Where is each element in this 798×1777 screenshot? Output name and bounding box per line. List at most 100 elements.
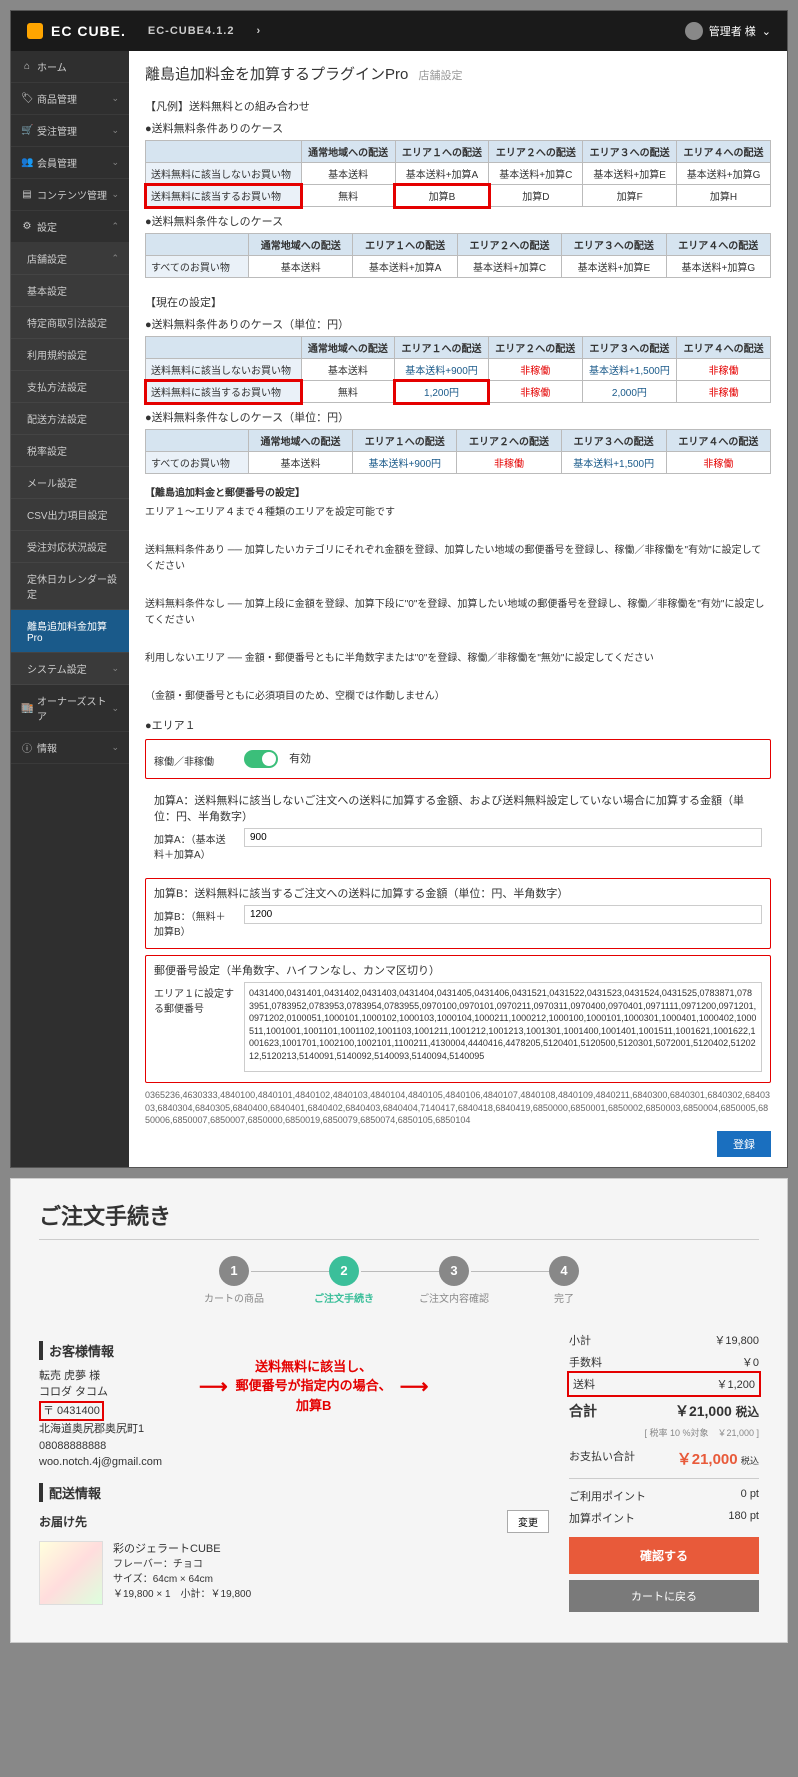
chevron-right-icon: › [256,25,261,37]
step-4: 4完了 [509,1256,619,1305]
register-button[interactable]: 登録 [717,1131,771,1157]
customer-title: お客様情報 [39,1341,189,1360]
user-menu[interactable]: 管理者 様 ⌄ [685,22,771,40]
home-icon: ⌂ [21,61,33,72]
product-flavor: フレーバー：チョコ [113,1557,251,1572]
chevron-up-icon: ⌃ [111,221,119,232]
arrow-right-icon: ⟶ [199,1374,228,1399]
chevron-down-icon: ⌄ [111,742,119,753]
confirm-button[interactable]: 確認する [569,1537,759,1574]
sidebar-item-product[interactable]: 🏷商品管理⌄ [11,83,129,115]
checkout-page: ご注文手続き 1カートの商品 2ご注文手続き 3ご注文内容確認 4完了 お客様情… [10,1178,788,1643]
arrow-right-icon: ⟶ [400,1374,429,1399]
brand-text: EC CUBE. [51,23,126,39]
chevron-down-icon: ⌄ [111,189,119,200]
chevron-down-icon: ⌄ [111,93,119,104]
sidebar-item-order[interactable]: 🛒受注管理⌄ [11,115,129,147]
zip-description: 【離島追加料金と郵便番号の設定】 エリア１～エリア４まで４種類のエリアを設定可能… [145,486,771,705]
add-b-label: 加算B：（無料＋加算B） [154,905,234,938]
current-table-1: 通常地域への配送エリア１への配送エリア２への配送エリア３への配送エリア４への配送… [145,336,771,403]
area1-toggle[interactable] [244,750,278,768]
example-table-2: 通常地域への配送エリア１への配送エリア２への配送エリア３への配送エリア４への配送… [145,233,771,278]
case1-cur: ●送料無料条件ありのケース（単位：円） [145,316,771,332]
sidebar-item-setting[interactable]: ⚙設定⌃ [11,211,129,243]
sidebar-sub-csv[interactable]: CSV出力項目設定 [11,499,129,531]
add-b-desc: 加算B：送料無料に該当するご注文への送料に加算する金額（単位：円、半角数字） [154,885,762,901]
current-table-2: 通常地域への配送エリア１への配送エリア２への配送エリア３への配送エリア４への配送… [145,429,771,474]
change-button[interactable]: 変更 [507,1510,549,1533]
step-1: 1カートの商品 [179,1256,289,1305]
deliver-label: お届け先 [39,1513,87,1530]
admin-header: EC CUBE. EC-CUBE4.1.2 › 管理者 様 ⌄ [11,11,787,51]
case2-cur: ●送料無料条件なしのケース（単位：円） [145,409,771,425]
sidebar-item-home[interactable]: ⌂ホーム [11,51,129,83]
step-3: 3ご注文内容確認 [399,1256,509,1305]
chevron-down-icon: ⌄ [111,125,119,136]
add-a-input[interactable] [244,828,762,847]
product-size: サイズ：64cm × 64cm [113,1572,251,1587]
avatar-icon [685,22,703,40]
shipping-highlight: 送料￥1,200 [569,1373,759,1395]
add-b-input[interactable] [244,905,762,924]
version-text[interactable]: EC-CUBE4.1.2 [148,25,235,37]
highlight-row-free-cur: 送料無料に該当するお買い物 [146,381,302,403]
sidebar-sub-tax[interactable]: 税率設定 [11,435,129,467]
area1-toggle-block: 稼働／非稼働 有効 [145,739,771,779]
gear-icon: ⚙ [21,221,33,232]
highlight-cell-addb: 加算B [395,185,489,207]
highlight-row-free: 送料無料に該当するお買い物 [146,185,302,207]
sidebar-sub-payment[interactable]: 支払方法設定 [11,371,129,403]
sidebar-sub-orderstatus[interactable]: 受注対応状況設定 [11,531,129,563]
store-icon: 🏬 [21,703,33,714]
sidebar-item-member[interactable]: 👥会員管理⌄ [11,147,129,179]
sidebar-sub-system[interactable]: システム設定⌄ [11,653,129,685]
add-b-block: 加算B：送料無料に該当するご注文への送料に加算する金額（単位：円、半角数字） 加… [145,878,771,949]
explanation-message: 送料無料に該当し、 郵便番号が指定内の場合、 加算B [236,1357,392,1416]
cube-icon [27,23,43,39]
sidebar-sub-agreement[interactable]: 利用規約設定 [11,339,129,371]
chevron-up-icon: ⌃ [111,253,119,264]
case2-label: ●送料無料条件なしのケース [145,213,771,229]
add-a-desc: 加算A：送料無料に該当しないご注文への送料に加算する金額、および送料無料設定して… [154,792,762,824]
sidebar-item-owners[interactable]: 🏬オーナーズストア⌄ [11,685,129,732]
highlight-cell-1200: 1,200円 [395,381,489,403]
info-icon: ⓘ [21,740,33,755]
zip-field-label: エリア１に設定する郵便番号 [154,982,234,1015]
toggle-label: 稼働／非稼働 [154,750,234,768]
sidebar-sub-mail[interactable]: メール設定 [11,467,129,499]
sidebar-sub-holiday[interactable]: 定休日カレンダー設定 [11,563,129,610]
current-heading: 【現在の設定】 [145,294,771,310]
zip-overflow: 0365236,4630333,4840100,4840101,4840102,… [145,1089,771,1127]
sidebar-item-content[interactable]: ▤コンテンツ管理⌄ [11,179,129,211]
example-table-1: 通常地域への配送 エリア１への配送 エリア２への配送 エリア３への配送 エリア４… [145,140,771,207]
users-icon: 👥 [21,157,33,168]
main-content: 離島追加料金を加算するプラグインPro 店舗設定 【凡例】送料無料との組み合わせ… [129,51,787,1167]
progress-steps: 1カートの商品 2ご注文手続き 3ご注文内容確認 4完了 [39,1256,759,1305]
checkout-title: ご注文手続き [39,1199,759,1231]
product-row: 彩のジェラートCUBE フレーバー：チョコ サイズ：64cm × 64cm ￥1… [39,1541,549,1605]
zip-field-input[interactable]: 0431400,0431401,0431402,0431403,0431404,… [244,982,762,1072]
customer-info: 転売 虎夢 様 コロダ タコム 〒 0431400 北海道奥尻郡奥尻町1 080… [39,1368,189,1471]
sidebar: ⌂ホーム 🏷商品管理⌄ 🛒受注管理⌄ 👥会員管理⌄ ▤コンテンツ管理⌄ ⚙設定⌃… [11,51,129,1167]
add-a-block: 加算A：送料無料に該当しないご注文への送料に加算する金額、および送料無料設定して… [145,785,771,872]
sidebar-sub-delivery[interactable]: 配送方法設定 [11,403,129,435]
back-to-cart-button[interactable]: カートに戻る [569,1580,759,1612]
sidebar-sub-plugin[interactable]: 離島追加料金加算Pro [11,610,129,653]
chevron-down-icon: ⌄ [111,703,119,714]
sidebar-sub-shopsetting[interactable]: 店舗設定⌃ [11,243,129,275]
sidebar-sub-basic[interactable]: 基本設定 [11,275,129,307]
order-summary: 小計￥19,800 手数料￥0 送料￥1,200 合計￥21,000 税込 [ … [569,1329,759,1612]
product-image [39,1541,103,1605]
product-name: 彩のジェラートCUBE [113,1541,251,1558]
zip-field-block: 郵便番号設定（半角数字、ハイフンなし、カンマ区切り） エリア１に設定する郵便番号… [145,955,771,1083]
toggle-state: 有効 [289,753,311,765]
product-price: ￥19,800 × 1 小計：￥19,800 [113,1587,251,1602]
deliver-title: 配送情報 [39,1483,549,1502]
chevron-down-icon: ⌄ [111,157,119,168]
sidebar-item-info[interactable]: ⓘ情報⌄ [11,732,129,764]
zip-field-desc: 郵便番号設定（半角数字、ハイフンなし、カンマ区切り） [154,962,762,978]
page-title: 離島追加料金を加算するプラグインPro 店舗設定 [145,63,771,84]
sidebar-sub-law[interactable]: 特定商取引法設定 [11,307,129,339]
cart-icon: 🛒 [21,125,33,136]
example-heading: 【凡例】送料無料との組み合わせ [145,98,771,114]
